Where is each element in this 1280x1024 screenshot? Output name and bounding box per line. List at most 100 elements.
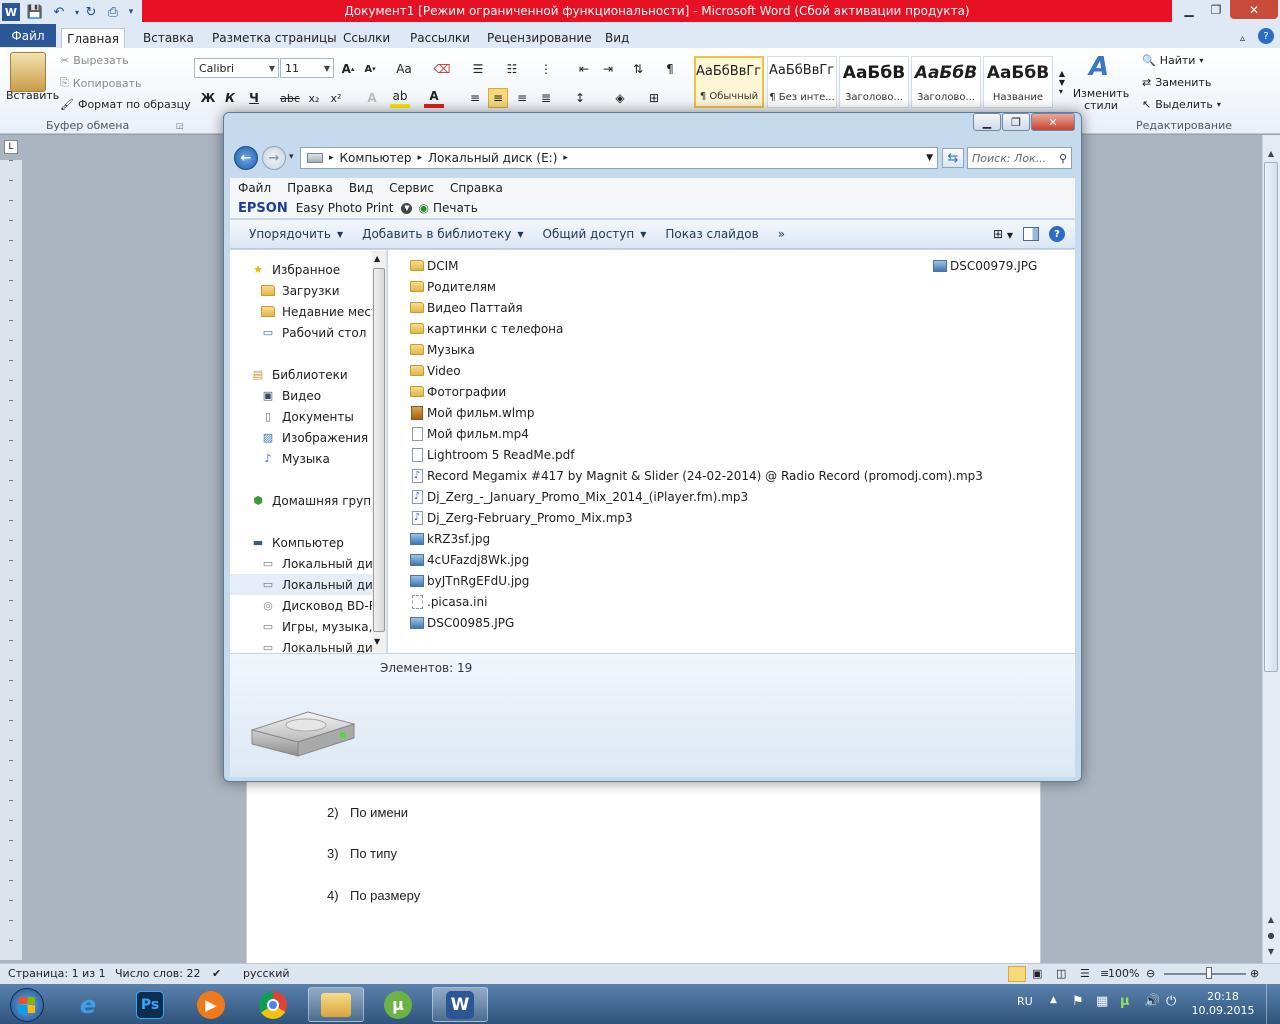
menu-file[interactable]: Файл <box>230 181 279 195</box>
find-button[interactable]: 🔍 Найти ▾ <box>1142 54 1203 67</box>
nav-item[interactable]: ▬ Компьютер <box>230 532 372 553</box>
file-item[interactable]: ♪ Record Megamix #417 by Magnit & Slider … <box>410 465 983 486</box>
style-heading-1[interactable]: АаБбВ Заголово... <box>839 56 909 108</box>
cut-button[interactable]: ✂ Вырезать <box>60 54 129 67</box>
help-icon[interactable]: ? <box>1049 226 1065 242</box>
more-commands-button[interactable]: » <box>778 227 785 241</box>
volume-icon[interactable]: 🔊 <box>1144 994 1160 1009</box>
increase-indent-icon[interactable]: ⇥ <box>598 59 618 79</box>
tab-page-layout[interactable]: Разметка страницы <box>212 28 337 48</box>
file-item[interactable]: DSC00985.JPG <box>410 612 514 633</box>
undo-icon[interactable]: ↶ <box>50 3 68 21</box>
nav-item[interactable]: ◎ Дисковод BD-RO <box>230 595 372 616</box>
nav-item[interactable]: ▭ Игры, музыка, в <box>230 616 372 637</box>
slideshow-button[interactable]: Показ слайдов <box>665 227 758 241</box>
nav-item[interactable]: ▭ Локальный диск <box>230 574 372 595</box>
tab-review[interactable]: Рецензирование <box>487 28 592 48</box>
dropdown-icon[interactable]: ▼ <box>401 202 413 214</box>
shading-icon[interactable]: ◈ <box>610 88 630 108</box>
scroll-up-icon[interactable]: ▲ <box>1264 146 1278 160</box>
organize-button[interactable]: Упорядочить ▼ <box>249 227 343 241</box>
nav-item[interactable]: Загрузки <box>230 280 372 301</box>
file-item[interactable]: byJTnRgEFdU.jpg <box>410 570 529 591</box>
nav-scrollbar-thumb[interactable] <box>373 268 385 632</box>
nav-item[interactable]: ♪ Музыка <box>230 448 372 469</box>
breadcrumb-computer[interactable]: Компьютер <box>340 151 412 165</box>
multilevel-list-icon[interactable]: ⋮ <box>536 59 556 79</box>
zoom-slider[interactable] <box>1164 973 1246 975</box>
ribbon-minimize-icon[interactable]: ▵ <box>1240 28 1245 48</box>
subscript-icon[interactable]: x₂ <box>304 88 324 108</box>
nav-item[interactable]: ▯ Документы <box>230 406 372 427</box>
help-icon[interactable]: ? <box>1258 28 1274 44</box>
utorrent-tray-icon[interactable]: µ <box>1120 994 1130 1009</box>
menu-tools[interactable]: Сервис <box>381 181 442 195</box>
word-count[interactable]: Число слов: 22 <box>115 967 201 980</box>
nav-item[interactable]: ★ Избранное <box>230 259 372 280</box>
input-language[interactable]: RU <box>1017 995 1033 1008</box>
borders-icon[interactable]: ⊞ <box>644 88 664 108</box>
taskbar-chrome[interactable] <box>245 987 301 1022</box>
superscript-icon[interactable]: x² <box>326 88 346 108</box>
taskbar-photoshop[interactable]: Ps <box>122 987 178 1022</box>
scrollbar-thumb[interactable] <box>1264 162 1278 672</box>
file-item[interactable]: Lightroom 5 ReadMe.pdf <box>410 444 574 465</box>
strikethrough-icon[interactable]: abc <box>280 88 300 108</box>
decrease-indent-icon[interactable]: ⇤ <box>574 59 594 79</box>
share-button[interactable]: Общий доступ ▼ <box>543 227 647 241</box>
file-item[interactable]: ♪ Dj_Zerg_-_January_Promo_Mix_2014_(iPlay… <box>410 486 748 507</box>
tab-selector-icon[interactable]: L <box>4 140 18 154</box>
file-item[interactable]: ♪ Dj_Zerg-February_Promo_Mix.mp3 <box>410 507 633 528</box>
scroll-up-icon[interactable]: ▲ <box>374 254 380 263</box>
file-item[interactable]: kRZ3sf.jpg <box>410 528 490 549</box>
file-item[interactable]: Мой фильм.mp4 <box>410 423 529 444</box>
style-normal[interactable]: АаБбВвГг, ¶ Обычный <box>694 56 764 108</box>
select-button[interactable]: ↖ Выделить ▾ <box>1142 98 1221 111</box>
paste-button[interactable]: Вставить <box>6 89 59 102</box>
file-item[interactable]: Video <box>410 360 461 381</box>
nav-item[interactable]: ▭ Рабочий стол <box>230 322 372 343</box>
file-item[interactable]: Мой фильм.wlmp <box>410 402 534 423</box>
explorer-minimize-button[interactable]: ▁ <box>973 113 1001 131</box>
show-hidden-icons-icon[interactable]: ▲ <box>1050 995 1057 1005</box>
back-button[interactable]: ← <box>234 146 258 170</box>
prev-page-icon[interactable]: ▲ <box>1264 912 1278 926</box>
align-left-icon[interactable]: ≡ <box>465 88 485 108</box>
restore-button[interactable]: ❐ <box>1203 0 1229 19</box>
align-center-icon[interactable]: ≡ <box>488 88 508 108</box>
numbering-icon[interactable]: ☷ <box>502 59 522 79</box>
font-size-combo[interactable]: 11 ▼ <box>280 58 334 78</box>
nav-item[interactable]: ▭ Локальный диск <box>230 553 372 574</box>
show-desktop-button[interactable] <box>1266 984 1280 1024</box>
align-right-icon[interactable]: ≡ <box>512 88 532 108</box>
style-title[interactable]: АаБбВ Название <box>983 56 1053 108</box>
font-color-icon[interactable]: A <box>424 88 444 108</box>
file-item[interactable]: Фотографии <box>410 381 506 402</box>
recent-pages-icon[interactable]: ▾ <box>289 152 294 162</box>
easy-photo-print-label[interactable]: Easy Photo Print <box>296 201 394 215</box>
file-item[interactable]: Родителям <box>410 276 496 297</box>
power-icon[interactable]: ⏻ <box>1166 994 1176 1009</box>
menu-help[interactable]: Справка <box>442 181 511 195</box>
paste-clipboard-icon[interactable] <box>10 52 46 92</box>
address-bar[interactable]: ▸ Компьютер ▸ Локальный диск (E:) ▸ ▼ <box>300 147 938 169</box>
epson-print-button[interactable]: Печать <box>433 201 478 215</box>
tab-insert[interactable]: Вставка <box>143 28 194 48</box>
bullets-icon[interactable]: ☰ <box>468 59 488 79</box>
word-app-icon[interactable]: W <box>2 3 20 21</box>
print-icon[interactable]: ⎙ <box>104 3 122 21</box>
start-button[interactable] <box>0 987 54 1022</box>
file-item[interactable]: картинки с телефона <box>410 318 563 339</box>
tab-file[interactable]: Файл <box>0 24 56 47</box>
sort-icon[interactable]: ⇅ <box>628 59 648 79</box>
shrink-font-icon[interactable]: A ▾ <box>360 59 380 79</box>
zoom-level[interactable]: 100% <box>1108 967 1139 980</box>
breadcrumb-local-disk[interactable]: Локальный диск (E:) <box>428 151 557 165</box>
file-item[interactable]: .picasa.ini <box>410 591 487 612</box>
clock[interactable]: 20:18 10.09.2015 <box>1188 990 1258 1018</box>
underline-icon[interactable]: Ч <box>244 88 264 108</box>
nav-item[interactable]: ▣ Видео <box>230 385 372 406</box>
copy-button[interactable]: ⎘ Копировать <box>60 76 142 90</box>
text-effects-icon[interactable]: A <box>362 88 382 108</box>
zoom-out-icon[interactable]: ⊖ <box>1146 967 1155 980</box>
